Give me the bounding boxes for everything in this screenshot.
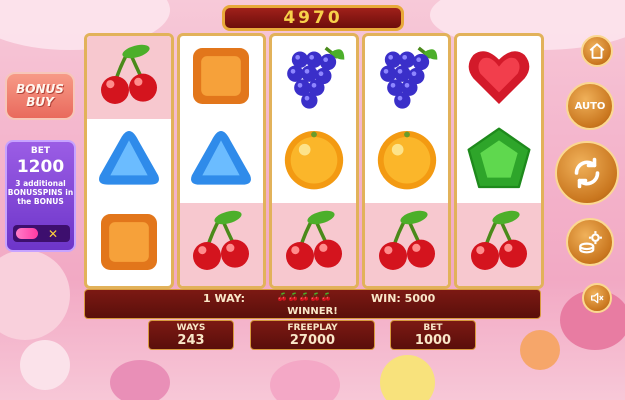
grapes-symbol — [372, 41, 442, 115]
freeplay-box: FREEPLAY 27000 — [250, 320, 375, 350]
auto-button[interactable]: AUTO — [566, 82, 614, 130]
reel-cell — [179, 202, 264, 286]
reel-cell — [457, 202, 541, 286]
ways-value: 243 — [177, 333, 205, 348]
reel-cell — [87, 36, 171, 120]
orange-square-symbol — [186, 41, 256, 115]
cherry-symbol — [279, 207, 349, 281]
orange-symbol — [372, 124, 442, 198]
grapes-symbol — [279, 41, 349, 115]
bonus-bet-value: 1200 — [16, 157, 65, 177]
toggle-knob — [16, 228, 38, 239]
spin-button[interactable] — [555, 141, 619, 205]
bonus-bet-description: 3 additional BONUSSPINS in the BONUS — [7, 179, 74, 206]
mini-cherry-icon — [299, 291, 309, 306]
reel-cell — [364, 202, 449, 286]
freeplay-label: FREEPLAY — [287, 323, 338, 333]
reel-2 — [176, 33, 267, 289]
blue-triangle-symbol — [186, 124, 256, 198]
bonus-toggle[interactable]: ✕ — [13, 225, 70, 242]
reel-1 — [84, 33, 174, 289]
green-pentagon-symbol — [464, 124, 534, 198]
cherry-symbol — [464, 207, 534, 281]
top-win-display: 4970 — [222, 5, 404, 31]
auto-button-label: AUTO — [574, 100, 606, 112]
freeplay-value: 27000 — [289, 333, 336, 348]
bonus-bet-label: BET — [30, 146, 51, 156]
winner-text: WINNER! — [287, 306, 338, 317]
reel-cell — [457, 119, 541, 202]
reel-cell — [87, 119, 171, 202]
reel-cell — [272, 202, 356, 286]
reel-cell — [180, 36, 264, 119]
mini-cherry-icon — [321, 291, 331, 306]
cherry-symbol — [94, 41, 164, 115]
bonus-buy-label-line2: BUY — [26, 95, 54, 109]
home-button[interactable] — [581, 35, 613, 67]
bet-value: 1000 — [414, 333, 452, 348]
spin-icon — [574, 157, 600, 189]
sound-button[interactable] — [582, 283, 612, 313]
cherry-symbol — [372, 207, 442, 281]
mini-cherry-icon — [310, 291, 320, 306]
sound-muted-icon — [591, 292, 604, 304]
settings-coins-icon — [579, 231, 602, 254]
ways-label: WAYS — [176, 323, 206, 333]
reel-5 — [454, 33, 544, 289]
ways-box: WAYS 243 — [148, 320, 234, 350]
bet-box[interactable]: BET 1000 — [390, 320, 476, 350]
heart-symbol — [464, 41, 534, 115]
settings-button[interactable] — [566, 218, 614, 266]
winning-symbols-strip — [277, 291, 331, 306]
close-x-icon: ✕ — [48, 226, 59, 241]
home-icon — [589, 43, 605, 59]
orange-symbol — [279, 124, 349, 198]
mini-cherry-icon — [277, 291, 287, 306]
reel-cell — [180, 119, 264, 202]
reel-cell — [272, 36, 356, 119]
ways-count-label: 1 WAY: — [203, 292, 245, 305]
win-amount: WIN: 5000 — [371, 292, 436, 305]
bet-label: BET — [423, 323, 443, 333]
reels-grid — [84, 33, 544, 289]
reel-cell — [272, 119, 356, 202]
reel-cell — [457, 36, 541, 119]
mini-cherry-icon — [288, 291, 298, 306]
reel-cell — [365, 36, 449, 119]
reel-cell — [365, 119, 449, 202]
blue-triangle-symbol — [94, 124, 164, 198]
win-info-bar: 1 WAY: WIN: 5000 WINNER! — [84, 289, 541, 319]
cherry-symbol — [186, 207, 256, 281]
reel-4 — [361, 33, 452, 289]
orange-square-symbol — [94, 207, 164, 281]
bonus-bet-panel: BET 1200 3 additional BONUSSPINS in the … — [5, 140, 76, 252]
bonus-buy-button[interactable]: BONUS BUY — [5, 72, 75, 120]
reel-3 — [269, 33, 359, 289]
reel-cell — [87, 203, 171, 286]
